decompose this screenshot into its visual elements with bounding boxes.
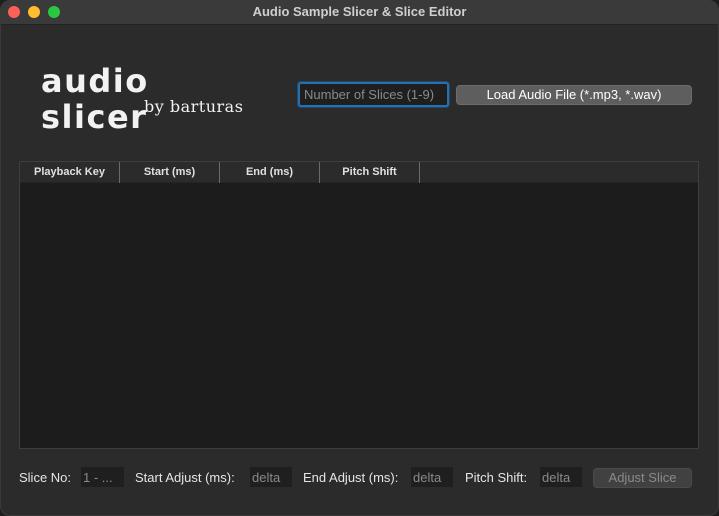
table-body: [20, 184, 698, 448]
pitch-shift-label: Pitch Shift:: [465, 470, 528, 485]
adjust-slice-button[interactable]: Adjust Slice: [593, 468, 692, 488]
column-header-pitch-shift[interactable]: Pitch Shift: [320, 162, 420, 183]
logo-subtitle: by barturas: [144, 97, 244, 116]
column-header-start[interactable]: Start (ms): [120, 162, 220, 183]
slices-table[interactable]: Playback Key Start (ms) End (ms) Pitch S…: [19, 161, 699, 449]
slice-no-input[interactable]: [81, 467, 124, 487]
column-header-end[interactable]: End (ms): [220, 162, 320, 183]
window-title: Audio Sample Slicer & Slice Editor: [252, 4, 467, 19]
end-adjust-label: End Adjust (ms):: [303, 470, 399, 485]
load-audio-file-button[interactable]: Load Audio File (*.mp3, *.wav): [456, 85, 692, 105]
app-window: Audio Sample Slicer & Slice Editor audio…: [0, 0, 719, 516]
slice-no-label: Slice No:: [19, 470, 72, 485]
slice-adjust-bar: Slice No: Start Adjust (ms): End Adjust …: [1, 467, 718, 489]
start-adjust-label: Start Adjust (ms):: [135, 470, 235, 485]
title-bar[interactable]: Audio Sample Slicer & Slice Editor: [1, 1, 718, 25]
start-adjust-input[interactable]: [250, 467, 292, 487]
app-logo: audio slicer by barturas: [41, 63, 251, 135]
number-of-slices-input[interactable]: [298, 82, 449, 107]
column-header-playback-key[interactable]: Playback Key: [20, 162, 120, 183]
pitch-shift-input[interactable]: [540, 467, 582, 487]
end-adjust-input[interactable]: [411, 467, 453, 487]
table-header: Playback Key Start (ms) End (ms) Pitch S…: [20, 162, 698, 183]
